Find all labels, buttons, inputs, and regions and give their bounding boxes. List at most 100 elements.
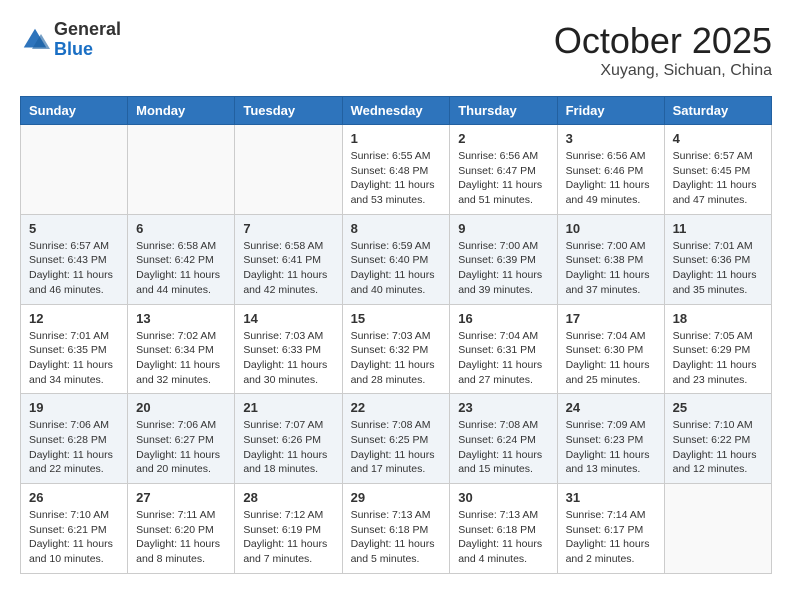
calendar-week-row: 26 Sunrise: 7:10 AM Sunset: 6:21 PM Dayli…: [21, 484, 772, 574]
column-header-saturday: Saturday: [664, 97, 771, 125]
day-number: 29: [351, 490, 442, 505]
calendar-cell: 4 Sunrise: 6:57 AM Sunset: 6:45 PM Daylig…: [664, 125, 771, 215]
calendar-cell: [664, 484, 771, 574]
calendar-cell: 26 Sunrise: 7:10 AM Sunset: 6:21 PM Dayli…: [21, 484, 128, 574]
day-info: Sunrise: 6:57 AM Sunset: 6:45 PM Dayligh…: [673, 149, 763, 208]
day-info: Sunrise: 6:56 AM Sunset: 6:47 PM Dayligh…: [458, 149, 548, 208]
column-header-monday: Monday: [128, 97, 235, 125]
day-number: 15: [351, 311, 442, 326]
day-info: Sunrise: 7:03 AM Sunset: 6:33 PM Dayligh…: [243, 329, 333, 388]
day-number: 24: [566, 400, 656, 415]
day-info: Sunrise: 6:55 AM Sunset: 6:48 PM Dayligh…: [351, 149, 442, 208]
day-number: 22: [351, 400, 442, 415]
title-block: October 2025 Xuyang, Sichuan, China: [554, 20, 772, 80]
calendar-cell: 10 Sunrise: 7:00 AM Sunset: 6:38 PM Dayli…: [557, 214, 664, 304]
logo-general: General: [54, 19, 121, 39]
day-info: Sunrise: 7:08 AM Sunset: 6:24 PM Dayligh…: [458, 418, 548, 477]
calendar-header-row: SundayMondayTuesdayWednesdayThursdayFrid…: [21, 97, 772, 125]
day-info: Sunrise: 6:58 AM Sunset: 6:42 PM Dayligh…: [136, 239, 226, 298]
calendar-cell: 23Sunrise: 7:08 AM Sunset: 6:24 PM Dayli…: [450, 394, 557, 484]
column-header-thursday: Thursday: [450, 97, 557, 125]
calendar-cell: 14 Sunrise: 7:03 AM Sunset: 6:33 PM Dayli…: [235, 304, 342, 394]
day-info: Sunrise: 7:14 AM Sunset: 6:17 PM Dayligh…: [566, 508, 656, 567]
day-info: Sunrise: 7:12 AM Sunset: 6:19 PM Dayligh…: [243, 508, 333, 567]
calendar-cell: 15 Sunrise: 7:03 AM Sunset: 6:32 PM Dayli…: [342, 304, 450, 394]
day-info: Sunrise: 7:00 AM Sunset: 6:38 PM Dayligh…: [566, 239, 656, 298]
day-number: 3: [566, 131, 656, 146]
day-info: Sunrise: 7:08 AM Sunset: 6:25 PM Dayligh…: [351, 418, 442, 477]
calendar-cell: 31Sunrise: 7:14 AM Sunset: 6:17 PM Dayli…: [557, 484, 664, 574]
logo: General Blue: [20, 20, 121, 60]
day-info: Sunrise: 7:09 AM Sunset: 6:23 PM Dayligh…: [566, 418, 656, 477]
day-number: 28: [243, 490, 333, 505]
logo-text: General Blue: [54, 20, 121, 60]
calendar-cell: 30Sunrise: 7:13 AM Sunset: 6:18 PM Dayli…: [450, 484, 557, 574]
calendar-cell: 29 Sunrise: 7:13 AM Sunset: 6:18 PM Dayli…: [342, 484, 450, 574]
logo-icon: [20, 25, 50, 55]
day-info: Sunrise: 7:01 AM Sunset: 6:36 PM Dayligh…: [673, 239, 763, 298]
day-info: Sunrise: 7:04 AM Sunset: 6:30 PM Dayligh…: [566, 329, 656, 388]
column-header-sunday: Sunday: [21, 97, 128, 125]
calendar-week-row: 19 Sunrise: 7:06 AM Sunset: 6:28 PM Dayli…: [21, 394, 772, 484]
column-header-friday: Friday: [557, 97, 664, 125]
calendar-cell: 1Sunrise: 6:55 AM Sunset: 6:48 PM Daylig…: [342, 125, 450, 215]
day-number: 14: [243, 311, 333, 326]
day-info: Sunrise: 7:06 AM Sunset: 6:28 PM Dayligh…: [29, 418, 119, 477]
day-info: Sunrise: 7:01 AM Sunset: 6:35 PM Dayligh…: [29, 329, 119, 388]
day-number: 6: [136, 221, 226, 236]
calendar-cell: 21 Sunrise: 7:07 AM Sunset: 6:26 PM Dayli…: [235, 394, 342, 484]
location: Xuyang, Sichuan, China: [554, 62, 772, 80]
day-number: 18: [673, 311, 763, 326]
calendar-cell: 11Sunrise: 7:01 AM Sunset: 6:36 PM Dayli…: [664, 214, 771, 304]
day-number: 21: [243, 400, 333, 415]
calendar-cell: 16 Sunrise: 7:04 AM Sunset: 6:31 PM Dayli…: [450, 304, 557, 394]
day-info: Sunrise: 7:07 AM Sunset: 6:26 PM Dayligh…: [243, 418, 333, 477]
calendar-cell: 9 Sunrise: 7:00 AM Sunset: 6:39 PM Daylig…: [450, 214, 557, 304]
logo-blue: Blue: [54, 39, 93, 59]
day-number: 10: [566, 221, 656, 236]
day-number: 25: [673, 400, 763, 415]
day-number: 7: [243, 221, 333, 236]
day-number: 8: [351, 221, 442, 236]
column-header-wednesday: Wednesday: [342, 97, 450, 125]
day-info: Sunrise: 7:04 AM Sunset: 6:31 PM Dayligh…: [458, 329, 548, 388]
calendar-week-row: 5Sunrise: 6:57 AM Sunset: 6:43 PM Daylig…: [21, 214, 772, 304]
day-number: 4: [673, 131, 763, 146]
day-info: Sunrise: 7:03 AM Sunset: 6:32 PM Dayligh…: [351, 329, 442, 388]
page-header: General Blue October 2025 Xuyang, Sichua…: [20, 20, 772, 80]
day-info: Sunrise: 7:02 AM Sunset: 6:34 PM Dayligh…: [136, 329, 226, 388]
calendar-cell: 3 Sunrise: 6:56 AM Sunset: 6:46 PM Daylig…: [557, 125, 664, 215]
calendar-cell: 18 Sunrise: 7:05 AM Sunset: 6:29 PM Dayli…: [664, 304, 771, 394]
calendar-cell: 2 Sunrise: 6:56 AM Sunset: 6:47 PM Daylig…: [450, 125, 557, 215]
calendar-cell: 20 Sunrise: 7:06 AM Sunset: 6:27 PM Dayli…: [128, 394, 235, 484]
day-info: Sunrise: 6:59 AM Sunset: 6:40 PM Dayligh…: [351, 239, 442, 298]
day-number: 16: [458, 311, 548, 326]
calendar-cell: 19 Sunrise: 7:06 AM Sunset: 6:28 PM Dayli…: [21, 394, 128, 484]
calendar-cell: 13 Sunrise: 7:02 AM Sunset: 6:34 PM Dayli…: [128, 304, 235, 394]
calendar-cell: 12Sunrise: 7:01 AM Sunset: 6:35 PM Dayli…: [21, 304, 128, 394]
calendar-cell: 27 Sunrise: 7:11 AM Sunset: 6:20 PM Dayli…: [128, 484, 235, 574]
calendar-cell: 5Sunrise: 6:57 AM Sunset: 6:43 PM Daylig…: [21, 214, 128, 304]
day-info: Sunrise: 7:13 AM Sunset: 6:18 PM Dayligh…: [351, 508, 442, 567]
day-number: 5: [29, 221, 119, 236]
calendar-cell: 24 Sunrise: 7:09 AM Sunset: 6:23 PM Dayli…: [557, 394, 664, 484]
day-number: 2: [458, 131, 548, 146]
day-number: 26: [29, 490, 119, 505]
day-number: 20: [136, 400, 226, 415]
calendar-cell: [128, 125, 235, 215]
day-info: Sunrise: 7:10 AM Sunset: 6:21 PM Dayligh…: [29, 508, 119, 567]
day-number: 9: [458, 221, 548, 236]
day-info: Sunrise: 6:56 AM Sunset: 6:46 PM Dayligh…: [566, 149, 656, 208]
day-number: 17: [566, 311, 656, 326]
day-number: 13: [136, 311, 226, 326]
day-number: 27: [136, 490, 226, 505]
day-info: Sunrise: 7:11 AM Sunset: 6:20 PM Dayligh…: [136, 508, 226, 567]
column-header-tuesday: Tuesday: [235, 97, 342, 125]
day-info: Sunrise: 7:00 AM Sunset: 6:39 PM Dayligh…: [458, 239, 548, 298]
calendar-cell: 6 Sunrise: 6:58 AM Sunset: 6:42 PM Daylig…: [128, 214, 235, 304]
month-title: October 2025: [554, 20, 772, 62]
day-number: 19: [29, 400, 119, 415]
day-info: Sunrise: 7:06 AM Sunset: 6:27 PM Dayligh…: [136, 418, 226, 477]
day-info: Sunrise: 7:05 AM Sunset: 6:29 PM Dayligh…: [673, 329, 763, 388]
calendar-cell: 25Sunrise: 7:10 AM Sunset: 6:22 PM Dayli…: [664, 394, 771, 484]
